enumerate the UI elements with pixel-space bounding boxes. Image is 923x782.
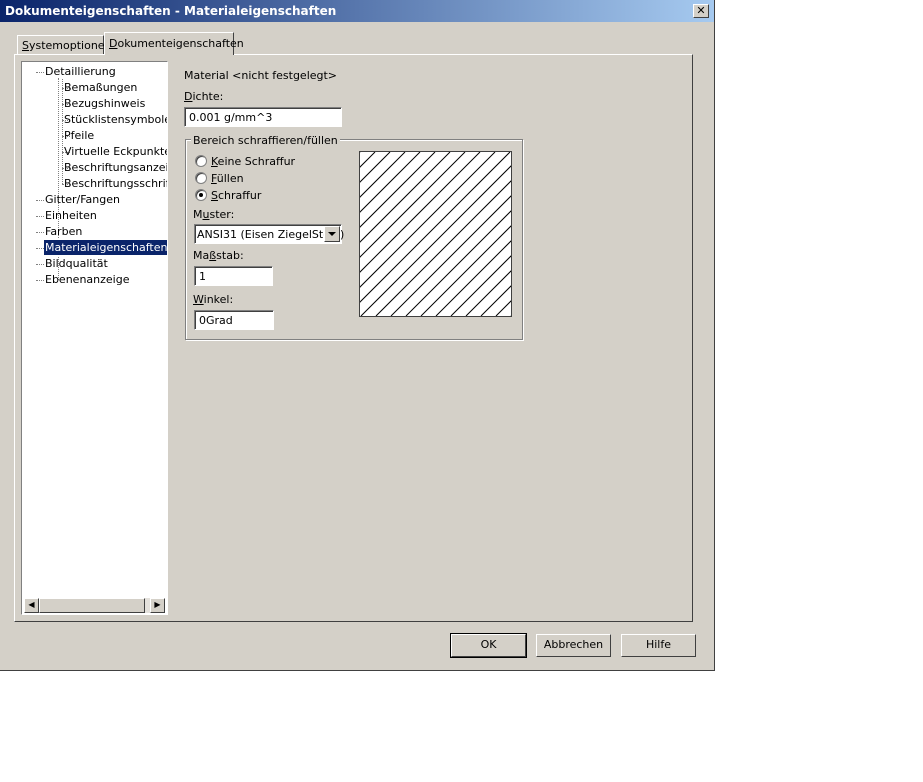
chevron-down-icon[interactable]	[324, 226, 340, 242]
hatch-preview	[195, 151, 826, 317]
help-button[interactable]: Hilfe	[621, 634, 696, 657]
arrow-left-icon: ◀	[28, 600, 35, 609]
settings-tree[interactable]: Detaillierung Bemaßungen Bezugshinweis S…	[21, 61, 168, 615]
radio-schraffur-text: chraffur	[217, 189, 262, 202]
tree-item-ebenenanzeige[interactable]: Ebenenanzeige	[44, 272, 130, 287]
density-label-text: ichte:	[192, 90, 224, 103]
hatch-line	[420, 151, 586, 317]
tree-line	[36, 248, 44, 249]
angle-label-accel: W	[193, 293, 204, 306]
radio-fuellen-label[interactable]: Füllen	[211, 172, 244, 185]
hatch-fill-group-title: Bereich schraffieren/füllen	[191, 134, 340, 147]
radio-schraffur[interactable]	[195, 189, 207, 201]
scale-label-rest: stab:	[216, 249, 244, 262]
radio-keine-schraffur-label[interactable]: Keine Schraffur	[211, 155, 295, 168]
tree-line	[36, 264, 44, 265]
tab-systemoptionen[interactable]: Systemoptionen	[17, 35, 112, 55]
tree-line	[36, 280, 44, 281]
pattern-select-value: ANSI31 (Eisen ZiegelStein)	[197, 228, 345, 241]
tree-item-pfeile[interactable]: Pfeile	[63, 128, 95, 143]
cancel-button[interactable]: Abbrechen	[536, 634, 611, 657]
tab-systemoptionen-accel: S	[22, 39, 29, 52]
close-icon: ✕	[696, 4, 706, 17]
tree-item-virtuelle-eckpunkte[interactable]: Virtuelle Eckpunkte	[63, 144, 167, 159]
radio-fuellen-text: üllen	[216, 172, 244, 185]
radio-fuellen[interactable]	[195, 172, 207, 184]
radio-checked-dot	[199, 193, 203, 197]
pattern-label: Muster:	[193, 208, 234, 221]
tree-item-farben[interactable]: Farben	[44, 224, 83, 239]
angle-label: Winkel:	[193, 293, 233, 306]
tree-item-bildqualitaet[interactable]: Bildqualität	[44, 256, 109, 271]
scroll-right-button[interactable]: ▶	[150, 598, 165, 613]
dialog-window: Dokumenteigenschaften - Materialeigensch…	[0, 0, 826, 671]
tree-line	[36, 200, 44, 201]
scale-label-pre: Ma	[193, 249, 210, 262]
pattern-label-pre: M	[193, 208, 203, 221]
tab-dokumenteigenschaften[interactable]: Dokumenteigenschaften	[104, 32, 244, 55]
density-field[interactable]: 0.001 g/mm^3	[184, 107, 342, 127]
tree-item-bemassungen[interactable]: Bemaßungen	[63, 80, 138, 95]
scroll-thumb[interactable]	[39, 598, 145, 613]
angle-field[interactable]: 0Grad	[194, 310, 274, 330]
radio-keine-schraffur-text: eine Schraffur	[217, 155, 296, 168]
tree-line	[36, 232, 44, 233]
tree-line	[36, 72, 44, 73]
tree-item-beschriftungsanzeige[interactable]: Beschriftungsanzeige	[63, 160, 167, 175]
hatch-line	[315, 151, 481, 317]
tab-systemoptionen-label: ystemoptionen	[28, 39, 112, 52]
radio-schraffur-label[interactable]: Schraffur	[211, 189, 261, 202]
angle-label-rest: inkel:	[203, 293, 234, 306]
tree-item-detaillierung[interactable]: Detaillierung	[44, 64, 117, 79]
window-title: Dokumenteigenschaften - Materialeigensch…	[5, 4, 337, 18]
hatch-line	[390, 151, 556, 317]
scale-label: Maßstab:	[193, 249, 244, 262]
tab-dokumenteigenschaften-label: okumenteigenschaften	[117, 37, 244, 50]
close-button[interactable]: ✕	[693, 4, 709, 18]
tree-item-materialeigenschaften[interactable]: Materialeigenschaften	[42, 239, 167, 256]
scroll-left-button[interactable]: ◀	[24, 598, 39, 613]
tree-line	[36, 216, 44, 217]
tree-horizontal-scrollbar[interactable]: ◀ ▶	[24, 598, 165, 613]
scale-field[interactable]: 1	[194, 266, 273, 286]
radio-keine-schraffur[interactable]	[195, 155, 207, 167]
arrow-right-icon: ▶	[154, 600, 161, 609]
tree-item-einheiten[interactable]: Einheiten	[44, 208, 98, 223]
material-heading: Material <nicht festgelegt>	[184, 69, 338, 82]
ok-button[interactable]: OK	[450, 633, 527, 658]
hatch-line	[285, 151, 451, 317]
tree-item-bezugshinweis[interactable]: Bezugshinweis	[63, 96, 146, 111]
tree-item-gitter-fangen[interactable]: Gitter/Fangen	[44, 192, 121, 207]
tree-item-stuecklistensymbole[interactable]: Stücklistensymbole	[63, 112, 167, 127]
density-label: Dichte:	[184, 90, 223, 103]
tree-item-beschriftungsschriftart[interactable]: Beschriftungsschriftart	[63, 176, 167, 191]
hatch-pattern-graphic	[195, 151, 826, 317]
title-bar[interactable]: Dokumenteigenschaften - Materialeigensch…	[0, 0, 714, 22]
radio-schraffur-accel: S	[211, 189, 218, 202]
radio-keine-schraffur-accel: K	[211, 155, 218, 168]
pattern-label-rest: ster:	[209, 208, 235, 221]
pattern-select[interactable]: ANSI31 (Eisen ZiegelStein)	[194, 224, 345, 244]
